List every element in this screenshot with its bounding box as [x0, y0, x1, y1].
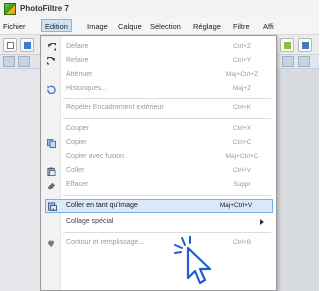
paste-icon — [47, 167, 56, 176]
menu-item-copy-merged[interactable]: Copier avec fusion Maj+Ctrl+C — [41, 151, 276, 164]
new-file-icon — [7, 42, 14, 49]
open-file-button[interactable] — [20, 38, 34, 52]
secondary-tool-button-4[interactable] — [298, 56, 310, 67]
paste-as-image-icon — [48, 202, 57, 211]
secondary-tool-button-2[interactable] — [18, 56, 30, 67]
open-file-icon — [24, 42, 31, 49]
menu-image[interactable]: Image — [87, 22, 108, 31]
copy-icon — [47, 139, 56, 148]
new-file-button[interactable] — [3, 38, 17, 52]
menu-item-cut[interactable]: Couper Ctrl+X — [41, 123, 276, 136]
menu-edition[interactable]: Edition — [41, 19, 72, 32]
menu-item-special-paste[interactable]: Collage spécial — [41, 216, 276, 229]
pointer-cursor-icon — [174, 236, 212, 285]
outline-fill-icon — [47, 240, 55, 248]
history-icon — [47, 85, 56, 94]
redo-icon — [47, 57, 56, 65]
toolbar-button-right-1[interactable] — [280, 38, 294, 52]
menu-filtre[interactable]: Filtre — [233, 22, 250, 31]
menu-item-paste[interactable]: Coller Ctrl+V — [41, 165, 276, 178]
secondary-tool-button-3[interactable] — [282, 56, 294, 67]
menu-item-redo[interactable]: Refaire Ctrl+Y — [41, 55, 276, 68]
edition-dropdown-menu: Défaire Ctrl+Z Refaire Ctrl+Y Atténuer M… — [40, 35, 277, 291]
menu-item-repeat[interactable]: Répéter Encadrement extérieur Ctrl+K — [41, 102, 276, 115]
toolbar-tool-icon — [284, 42, 291, 49]
menu-affichage[interactable]: Affi — [263, 22, 274, 31]
menu-bar: Fichier Edition Image Calque Sélection R… — [0, 18, 319, 35]
eraser-icon — [47, 182, 56, 190]
workspace-left — [0, 69, 40, 291]
menu-calque[interactable]: Calque — [118, 22, 142, 31]
menu-fichier[interactable]: Fichier — [3, 22, 26, 31]
menu-item-erase[interactable]: Effacer Suppr — [41, 179, 276, 192]
menu-separator — [63, 98, 271, 99]
workspace-right — [277, 69, 319, 291]
menu-item-history[interactable]: Historiques... Maj+Z — [41, 83, 276, 96]
submenu-arrow-icon — [260, 219, 264, 225]
menu-selection[interactable]: Sélection — [150, 22, 181, 31]
toolbar-tool-icon-2 — [302, 42, 309, 49]
secondary-tool-button-1[interactable] — [3, 56, 15, 67]
menu-item-outline-fill[interactable]: Contour et remplissage... Ctrl+B — [41, 237, 276, 250]
undo-icon — [47, 43, 56, 51]
menu-item-undo[interactable]: Défaire Ctrl+Z — [41, 41, 276, 54]
menu-item-copy[interactable]: Copier Ctrl+C — [41, 137, 276, 150]
menu-item-paste-as-image[interactable]: Coller en tant qu'image Maj+Ctrl+V — [45, 199, 273, 213]
title-bar: PhotoFiltre 7 — [0, 0, 319, 18]
window-title: PhotoFiltre 7 — [20, 4, 69, 13]
menu-separator — [63, 195, 271, 196]
menu-separator — [63, 118, 271, 119]
menu-item-attenuer[interactable]: Atténuer Maj+Ctrl+Z — [41, 69, 276, 82]
menu-reglage[interactable]: Réglage — [193, 22, 221, 31]
menu-separator — [63, 232, 271, 233]
app-logo-icon — [4, 3, 16, 15]
toolbar-button-right-2[interactable] — [298, 38, 312, 52]
